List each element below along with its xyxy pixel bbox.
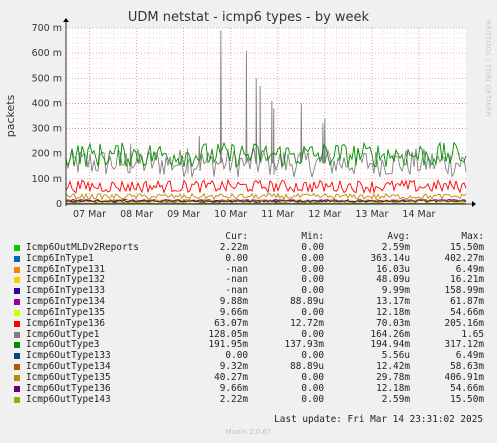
legend-cur: 63.07m [214,317,248,329]
legend-swatch [14,396,20,403]
x-tick-label: 13 Mar [355,209,388,220]
x-tick-label: 10 Mar [214,209,247,220]
legend-name: Icmp6InType1 [26,252,94,264]
legend-swatch [14,277,20,284]
x-tick-label: 08 Mar [120,209,153,220]
legend-swatch [14,299,20,306]
legend-max: 15.50m [450,393,484,405]
y-tick-label: 500 m [32,73,62,84]
x-tick-labels: 07 Mar 08 Mar 09 Mar 10 Mar 11 Mar 12 Mar 13 M… [73,209,436,220]
legend-swatch [14,331,20,338]
y-tick-label: 300 m [32,124,62,135]
legend-item: Icmp6InType1 0.00 0.00 363.14u 402.27m [14,252,489,265]
last-update: Last update: Fri Mar 14 23:31:02 2025 [274,414,483,425]
y-tick-label: 600 m [32,48,62,59]
x-tick-label: 14 Mar [402,209,435,220]
x-axis-arrow [472,201,476,207]
legend-swatch [14,353,20,360]
legend-name: Icmp6OutType143 [26,393,111,405]
legend-cur: 0.00 [225,252,248,264]
munin-footer: Munin 2.0.67 [225,428,272,436]
x-tick-label: 09 Mar [167,209,200,220]
legend-item: Icmp6InType136 63.07m 12.72m 70.03m 205.16m [14,317,489,330]
y-tick-label: 0 [56,199,62,210]
legend-rows: Icmp6OutMLDv2Reports 2.22m 0.00 2.59m 15.50m… [14,242,489,406]
y-tick-label: 700 m [32,23,62,34]
y-tick-label: 100 m [32,174,62,185]
legend-min: 12.72m [290,317,324,329]
legend-swatch [14,244,20,251]
legend-swatch [14,255,20,262]
legend-max: 402.27m [444,252,484,264]
legend-swatch [14,288,20,295]
legend-swatch [14,320,20,327]
legend-cur: 2.22m [219,393,248,405]
legend-min: 0.00 [301,393,324,405]
chart-area: 0 100 m 200 m 300 m 400 m 500 m 600 m 700 m 07 … [4,18,476,220]
y-tick-label: 400 m [32,98,62,109]
legend-swatch [14,266,20,273]
legend-swatch [14,385,20,392]
x-tick-label: 07 Mar [73,209,106,220]
y-tick-labels: 0 100 m 200 m 300 m 400 m 500 m 600 m 700 m [32,23,62,210]
legend-item: Icmp6OutType143 2.22m 0.00 2.59m 15.50m [14,393,489,406]
legend: Cur: Min: Avg: Max: Icmp6OutMLDv2Reports… [14,231,489,406]
legend-swatch [14,309,20,316]
legend-swatch [14,364,20,371]
x-tick-label: 11 Mar [261,209,294,220]
y-tick-label: 200 m [32,149,62,160]
legend-max: 205.16m [444,317,484,329]
x-tick-label: 12 Mar [308,209,341,220]
legend-name: Icmp6InType136 [26,317,106,329]
legend-min: 0.00 [301,252,324,264]
legend-avg: 70.03m [376,317,410,329]
legend-swatch [14,342,20,349]
legend-avg: 363.14u [370,252,410,264]
y-axis-arrow [63,18,69,22]
legend-swatch [14,374,20,381]
y-axis-label: packets [4,94,17,137]
legend-avg: 2.59m [381,393,410,405]
